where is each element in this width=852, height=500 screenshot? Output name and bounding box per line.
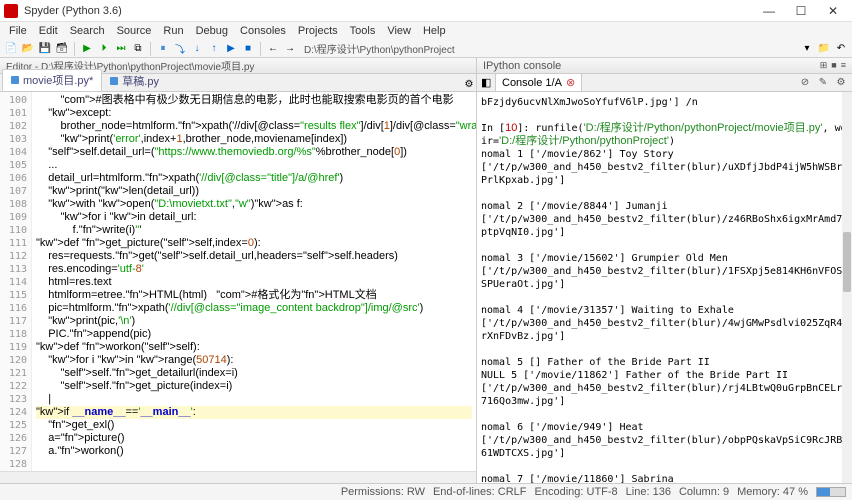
menu-view[interactable]: View: [382, 24, 416, 38]
menu-debug[interactable]: Debug: [191, 24, 233, 38]
wd-back-icon[interactable]: ←: [266, 42, 280, 56]
menu-run[interactable]: Run: [158, 24, 188, 38]
step-out-icon[interactable]: ↑: [207, 42, 221, 56]
console-options-icon[interactable]: ≡: [841, 60, 846, 71]
memory-bar: [816, 487, 846, 497]
console-stop-icon[interactable]: ■: [831, 60, 836, 71]
run-cell-icon[interactable]: ⏵: [97, 42, 111, 56]
status-bar: Permissions: RW End-of-lines: CRLF Encod…: [0, 483, 852, 500]
run-selection-icon[interactable]: ⧉: [131, 42, 145, 56]
status-line: Line: 136: [626, 486, 671, 498]
status-encoding: Encoding: UTF-8: [535, 486, 618, 498]
new-file-icon[interactable]: 📄: [4, 42, 18, 56]
menu-help[interactable]: Help: [418, 24, 451, 38]
debug-icon[interactable]: ⏸: [156, 42, 170, 56]
status-eol: End-of-lines: CRLF: [433, 486, 527, 498]
run-cell-advance-icon[interactable]: ⏭: [114, 42, 128, 56]
menu-consoles[interactable]: Consoles: [235, 24, 291, 38]
save-icon[interactable]: 💾: [38, 42, 52, 56]
editor-h-scrollbar[interactable]: [0, 471, 476, 483]
menu-tools[interactable]: Tools: [345, 24, 381, 38]
line-number-gutter: 100 101 102 103 104 105 106 107 108 109 …: [0, 92, 32, 471]
tab-movie-project[interactable]: movie项目.py*: [2, 69, 102, 91]
tab-close-icon[interactable]: ⊗: [566, 76, 575, 89]
console-pane: IPython console ⊞ ■ ≡ ◧ Console 1/A⊗ ⊘ ✎…: [477, 58, 852, 483]
console-output[interactable]: bFzjdy6ucvNlXmJwoSoYfufV6lP.jpg'] /n In …: [477, 92, 852, 483]
open-folder-icon[interactable]: 📂: [21, 42, 35, 56]
maximize-button[interactable]: ☐: [786, 2, 816, 20]
menu-bar: File Edit Search Source Run Debug Consol…: [0, 22, 852, 40]
console-interrupt-icon[interactable]: ⊘: [798, 76, 812, 90]
menu-search[interactable]: Search: [65, 24, 110, 38]
menu-edit[interactable]: Edit: [34, 24, 63, 38]
tab-scratch[interactable]: 草稿.py: [102, 71, 167, 91]
console-kernel-icon[interactable]: ◧: [481, 76, 495, 89]
save-all-icon[interactable]: 🗃: [55, 42, 69, 56]
console-tab-1a[interactable]: Console 1/A⊗: [495, 73, 582, 92]
toolbar: 📄 📂 💾 🗃 ▶ ⏵ ⏭ ⧉ ⏸ ⤵ ↓ ↑ ▶ ■ ← → D:\程序设计\…: [0, 40, 852, 58]
console-menu-icon[interactable]: ✎: [816, 76, 830, 90]
menu-source[interactable]: Source: [112, 24, 157, 38]
code-content[interactable]: "com">#图表格中有极少数无日期信息的电影，此时也能取搜索电影页的首个电影 …: [32, 92, 476, 471]
status-permissions: Permissions: RW: [341, 486, 425, 498]
python-file-icon: [11, 76, 19, 84]
step-over-icon[interactable]: ⤵: [173, 42, 187, 56]
python-file-icon: [110, 77, 118, 85]
wd-up-icon[interactable]: ↶: [834, 42, 848, 56]
editor-pane: Editor - D:\程序设计\Python\pythonProject\mo…: [0, 58, 477, 483]
working-dir-field[interactable]: D:\程序设计\Python\pythonProject: [304, 41, 455, 56]
minimize-button[interactable]: —: [754, 2, 784, 20]
app-icon: [4, 4, 18, 18]
run-file-icon[interactable]: ▶: [80, 42, 94, 56]
status-column: Column: 9: [679, 486, 729, 498]
browse-folder-icon[interactable]: 📁: [817, 42, 831, 56]
menu-file[interactable]: File: [4, 24, 32, 38]
console-tab-row: ◧ Console 1/A⊗ ⊘ ✎ ⚙: [477, 74, 852, 92]
console-options2-icon[interactable]: ⚙: [834, 76, 848, 90]
wd-fwd-icon[interactable]: →: [283, 42, 297, 56]
console-header: IPython console ⊞ ■ ≡: [477, 58, 852, 74]
status-memory: Memory: 47 %: [737, 486, 808, 498]
title-bar: Spyder (Python 3.6) — ☐ ✕: [0, 0, 852, 22]
editor-options-icon[interactable]: ⚙: [462, 77, 476, 91]
stop-debug-icon[interactable]: ■: [241, 42, 255, 56]
continue-icon[interactable]: ▶: [224, 42, 238, 56]
code-editor[interactable]: 100 101 102 103 104 105 106 107 108 109 …: [0, 92, 476, 471]
menu-projects[interactable]: Projects: [293, 24, 343, 38]
step-into-icon[interactable]: ↓: [190, 42, 204, 56]
wd-dropdown-icon[interactable]: ▾: [800, 42, 814, 56]
editor-tab-row: movie项目.py* 草稿.py ⚙: [0, 74, 476, 92]
console-tool-icon[interactable]: ⊞: [820, 60, 828, 71]
close-button[interactable]: ✕: [818, 2, 848, 20]
window-title: Spyder (Python 3.6): [24, 5, 754, 17]
